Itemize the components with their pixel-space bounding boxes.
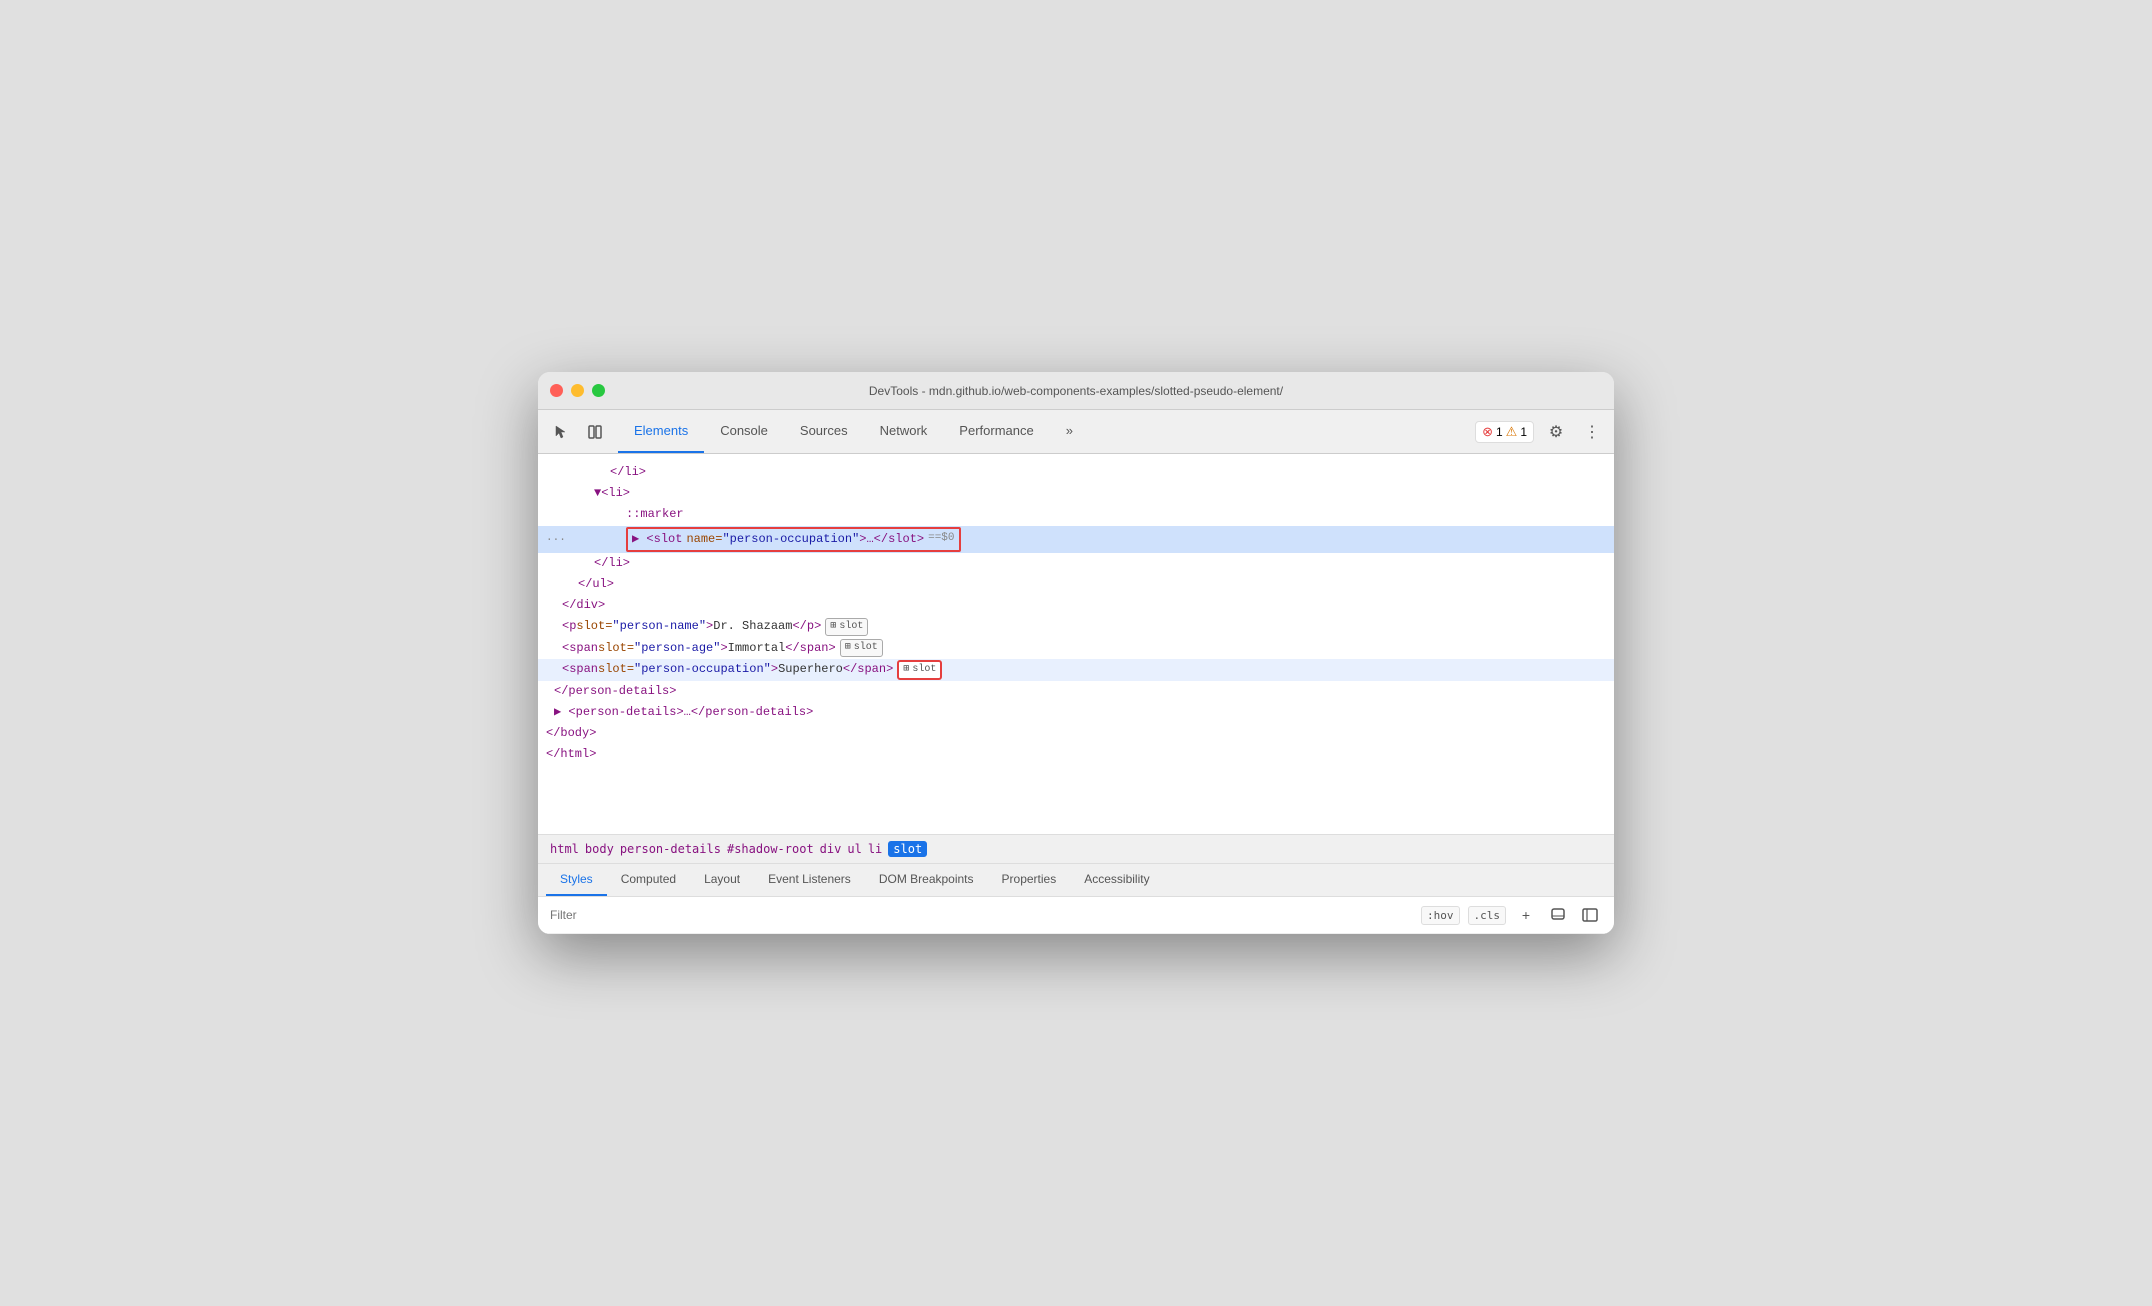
breadcrumb-item-ul[interactable]: ul — [847, 842, 861, 856]
devtools-toolbar: Elements Console Sources Network Perform… — [538, 410, 1614, 454]
toolbar-right: ⊗ 1 ⚠ 1 ⚙ ⋮ — [1475, 410, 1606, 453]
tab-console[interactable]: Console — [704, 410, 784, 453]
slot-badge-highlighted[interactable]: ⊞ slot — [897, 660, 942, 680]
maximize-button[interactable] — [592, 384, 605, 397]
slot-icon: ⊞ — [830, 619, 836, 635]
panel-tab-computed[interactable]: Computed — [607, 864, 690, 896]
window-title: DevTools - mdn.github.io/web-components-… — [869, 384, 1283, 398]
dom-dots: ... — [546, 530, 566, 548]
sidebar-icon-button[interactable] — [1578, 903, 1602, 927]
panel-tab-properties[interactable]: Properties — [988, 864, 1071, 896]
breadcrumb-item-person-details[interactable]: person-details — [620, 842, 721, 856]
panel-tab-event-listeners[interactable]: Event Listeners — [754, 864, 865, 896]
tab-performance[interactable]: Performance — [943, 410, 1049, 453]
warning-count: 1 — [1520, 425, 1527, 439]
devtools-tabs: Elements Console Sources Network Perform… — [618, 410, 1475, 453]
more-icon-button[interactable]: ⋮ — [1578, 418, 1606, 446]
breadcrumb-item-div[interactable]: div — [820, 842, 842, 856]
toolbar-icons — [546, 410, 610, 453]
dom-line-highlighted[interactable]: <span slot="person-occupation" > Superhe… — [538, 659, 1614, 681]
dom-line[interactable]: <p slot="person-name" > Dr. Shazaam </p>… — [538, 616, 1614, 637]
titlebar: DevTools - mdn.github.io/web-components-… — [538, 372, 1614, 410]
warning-icon: ⚠ — [1506, 424, 1518, 440]
selected-node-outline: ▶ <slot name="person-occupation" >…</slo… — [626, 527, 961, 552]
dom-dollar-zero: $0 — [941, 530, 954, 548]
dom-line[interactable]: </person-details> — [538, 681, 1614, 702]
dom-line[interactable]: </li> — [538, 553, 1614, 574]
dom-line[interactable]: </li> — [538, 462, 1614, 483]
settings-icon-button[interactable]: ⚙ — [1542, 418, 1570, 446]
breadcrumb-item-html[interactable]: html — [550, 842, 579, 856]
panel-tab-styles[interactable]: Styles — [546, 864, 607, 896]
slot-badge[interactable]: ⊞ slot — [840, 639, 883, 657]
panel-tab-layout[interactable]: Layout — [690, 864, 754, 896]
filter-bar: :hov .cls + — [538, 897, 1614, 934]
filter-input[interactable] — [550, 908, 1413, 922]
tab-sources[interactable]: Sources — [784, 410, 864, 453]
error-count: 1 — [1496, 425, 1503, 439]
close-button[interactable] — [550, 384, 563, 397]
breadcrumb: html body person-details #shadow-root di… — [538, 834, 1614, 864]
error-warning-badge[interactable]: ⊗ 1 ⚠ 1 — [1475, 421, 1534, 443]
cursor-icon-button[interactable] — [546, 417, 576, 447]
breadcrumb-item-li[interactable]: li — [868, 842, 882, 856]
dom-line[interactable]: </html> — [538, 744, 1614, 765]
dom-line[interactable]: </body> — [538, 723, 1614, 744]
traffic-lights — [550, 384, 605, 397]
minimize-button[interactable] — [571, 384, 584, 397]
tab-network[interactable]: Network — [864, 410, 944, 453]
tab-more[interactable]: » — [1050, 410, 1089, 453]
dom-line[interactable]: <span slot="person-age" > Immortal </spa… — [538, 638, 1614, 659]
dom-line-selected[interactable]: ... ▶ <slot name="person-occupation" >…<… — [538, 526, 1614, 553]
bottom-panel: Styles Computed Layout Event Listeners D… — [538, 864, 1614, 934]
panel-tab-dom-breakpoints[interactable]: DOM Breakpoints — [865, 864, 988, 896]
panel-tab-accessibility[interactable]: Accessibility — [1070, 864, 1163, 896]
layers-icon-button[interactable] — [580, 417, 610, 447]
slot-badge[interactable]: ⊞ slot — [825, 618, 868, 636]
dom-line[interactable]: </ul> — [538, 574, 1614, 595]
dom-line[interactable]: ▶ <person-details>…</person-details> — [538, 702, 1614, 723]
devtools-window: DevTools - mdn.github.io/web-components-… — [538, 372, 1614, 934]
palette-icon-button[interactable] — [1546, 903, 1570, 927]
dom-panel: </li> ▼<li> ::marker ... ▶ <slot name="p… — [538, 454, 1614, 834]
breadcrumb-item-shadow-root[interactable]: #shadow-root — [727, 842, 814, 856]
breadcrumb-item-slot[interactable]: slot — [888, 841, 927, 857]
filter-right: :hov .cls + — [1421, 903, 1602, 927]
slot-icon: ⊞ — [903, 662, 909, 678]
breadcrumb-item-body[interactable]: body — [585, 842, 614, 856]
slot-icon: ⊞ — [845, 640, 851, 656]
dom-line[interactable]: </div> — [538, 595, 1614, 616]
error-icon: ⊗ — [1482, 424, 1493, 440]
hov-button[interactable]: :hov — [1421, 906, 1460, 925]
add-style-icon-button[interactable]: + — [1514, 903, 1538, 927]
tab-elements[interactable]: Elements — [618, 410, 704, 453]
cls-button[interactable]: .cls — [1468, 906, 1507, 925]
dom-line[interactable]: ▼<li> — [538, 483, 1614, 504]
dom-line[interactable]: ::marker — [538, 504, 1614, 525]
panel-tabs: Styles Computed Layout Event Listeners D… — [538, 864, 1614, 897]
dom-equals: == — [928, 530, 941, 548]
